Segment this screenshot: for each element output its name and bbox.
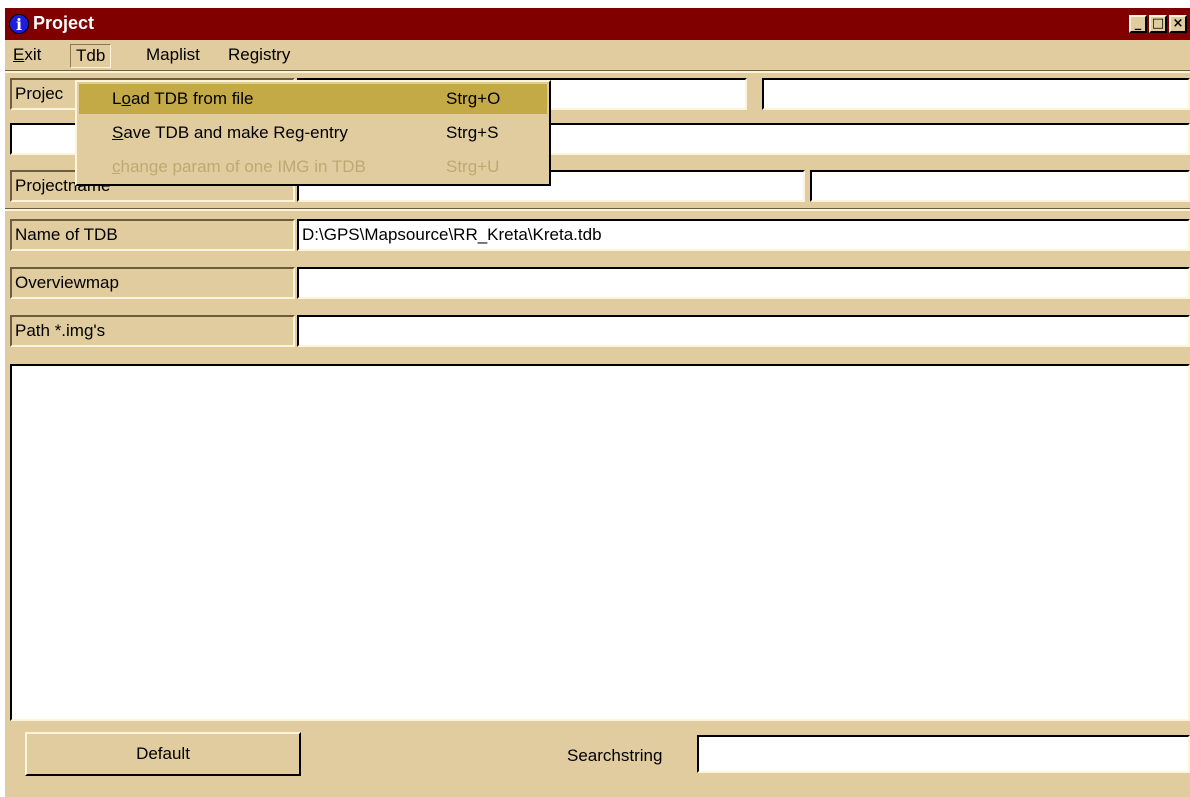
menu-item-save-tdb[interactable]: Save TDB and make Reg-entry Strg+S (79, 118, 547, 148)
menu-item-load-tdb[interactable]: Load TDB from file Strg+O (79, 84, 547, 114)
path-imgs-field[interactable] (297, 315, 1190, 347)
separator (5, 70, 1190, 73)
name-of-tdb-field[interactable]: D:\GPS\Mapsource\RR_Kreta\Kreta.tdb (297, 219, 1190, 251)
menu-exit[interactable]: Exit (8, 44, 46, 68)
tdb-dropdown-menu: Load TDB from file Strg+O Save TDB and m… (75, 80, 551, 186)
row1-field-b[interactable] (762, 78, 1190, 110)
search-label: Searchstring (567, 746, 663, 765)
minimize-button[interactable]: _ (1129, 15, 1147, 33)
overviewmap-field[interactable] (297, 267, 1190, 299)
title-bar: i Project _ □ × (5, 8, 1190, 40)
default-button[interactable]: Default (25, 732, 301, 776)
menu-item-save-tdb-label: Save TDB and make Reg-entry (112, 123, 348, 142)
window-title: Project (33, 13, 95, 33)
menu-maplist[interactable]: Maplist (141, 44, 205, 68)
overviewmap-label: Overviewmap (10, 267, 295, 299)
path-imgs-label: Path *.img's (10, 315, 295, 347)
menu-registry[interactable]: Registry (223, 44, 295, 68)
menu-item-change-param-shortcut: Strg+U (446, 157, 500, 176)
maximize-button[interactable]: □ (1149, 15, 1167, 33)
menu-bar: Exit Tdb Maplist Registry (5, 40, 1190, 70)
menu-item-save-tdb-shortcut: Strg+S (446, 123, 499, 142)
projectname-field-b[interactable] (810, 170, 1190, 202)
separator (5, 208, 1190, 211)
menu-item-change-param-label: change param of one IMG in TDB (112, 157, 366, 176)
info-icon: i (9, 14, 29, 34)
map-list-box[interactable] (10, 364, 1190, 721)
menu-exit-mnemonic: E (13, 45, 25, 64)
close-button[interactable]: × (1169, 15, 1187, 33)
name-of-tdb-label: Name of TDB (10, 219, 295, 251)
menu-item-load-tdb-label: Load TDB from file (112, 89, 254, 108)
menu-item-change-param: change param of one IMG in TDB Strg+U (79, 152, 547, 182)
menu-item-load-tdb-shortcut: Strg+O (446, 89, 501, 108)
search-input[interactable] (697, 735, 1190, 773)
menu-tdb[interactable]: Tdb (70, 44, 112, 68)
project-window: i Project _ □ × Exit Tdb Maplist Registr… (5, 8, 1190, 797)
menu-exit-label: xit (24, 45, 42, 64)
